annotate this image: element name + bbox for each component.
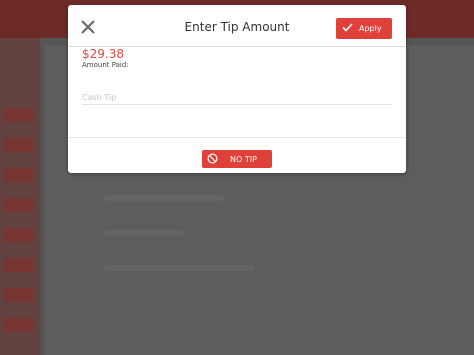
amount-paid-label: Amount Paid: <box>82 61 129 69</box>
cash-tip-input[interactable] <box>82 90 392 105</box>
tip-dialog: Enter Tip Amount Apply $29.38 Amount Pai… <box>68 5 406 173</box>
dialog-divider <box>68 137 406 138</box>
apply-button[interactable]: Apply <box>336 18 392 39</box>
amount-paid-value: $29.38 <box>82 47 124 61</box>
dialog-header: Enter Tip Amount Apply <box>68 5 406 47</box>
no-tip-button-label: NO TIP <box>230 154 257 164</box>
ban-icon <box>207 153 218 166</box>
apply-button-label: Apply <box>359 24 382 33</box>
no-tip-button[interactable]: NO TIP <box>202 150 272 168</box>
check-icon <box>342 23 353 34</box>
